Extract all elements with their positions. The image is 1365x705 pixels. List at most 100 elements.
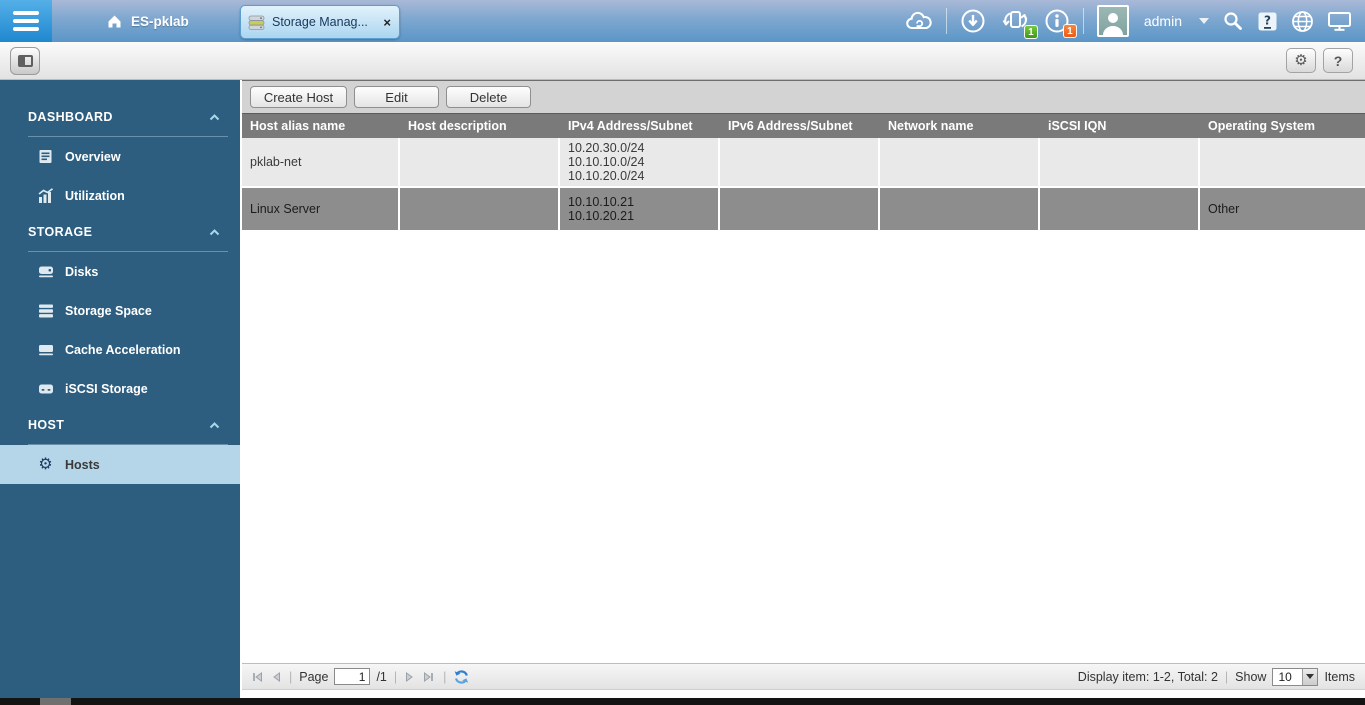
settings-button[interactable]: ⚙ bbox=[1286, 48, 1316, 73]
info-badge: 1 bbox=[1063, 24, 1077, 38]
page-label: Page bbox=[299, 670, 328, 684]
last-page-button[interactable] bbox=[422, 670, 436, 684]
section-header-host[interactable]: HOST bbox=[0, 414, 240, 436]
sidebar-item-hosts[interactable]: ⚙ Hosts bbox=[0, 445, 240, 484]
info-icon[interactable]: 1 bbox=[1044, 8, 1070, 34]
panel-layout-icon bbox=[18, 55, 33, 67]
user-menu[interactable]: admin bbox=[1144, 13, 1182, 29]
monitor-icon[interactable] bbox=[1327, 10, 1352, 32]
column-header-host-alias[interactable]: Host alias name bbox=[242, 119, 400, 133]
sidebar-item-label: Utilization bbox=[65, 189, 125, 203]
show-label: Show bbox=[1235, 670, 1266, 684]
delete-button[interactable]: Delete bbox=[446, 86, 531, 108]
section-header-dashboard[interactable]: DASHBOARD bbox=[0, 106, 240, 128]
column-header-ipv4[interactable]: IPv4 Address/Subnet bbox=[560, 119, 720, 133]
next-page-button[interactable] bbox=[404, 670, 416, 684]
column-header-network-name[interactable]: Network name bbox=[880, 119, 1040, 133]
section-header-storage[interactable]: STORAGE bbox=[0, 221, 240, 243]
create-host-button[interactable]: Create Host bbox=[250, 86, 347, 108]
cell-network-name bbox=[880, 138, 1040, 186]
cell-ipv4: 10.20.30.0/24 10.10.10.0/24 10.10.20.0/2… bbox=[560, 138, 720, 186]
section-dashboard: DASHBOARD Overview Utilization bbox=[0, 106, 240, 215]
iscsi-storage-icon bbox=[37, 382, 54, 396]
home-button[interactable]: ES-pklab bbox=[106, 13, 189, 29]
cell-host-description bbox=[400, 138, 560, 186]
avatar[interactable] bbox=[1097, 5, 1129, 37]
search-icon[interactable] bbox=[1222, 10, 1244, 32]
os-value: Other bbox=[1208, 202, 1365, 216]
home-icon bbox=[106, 13, 123, 29]
tab-label: Storage Manag... bbox=[272, 15, 377, 29]
main-content: Create Host Edit Delete Host alias name … bbox=[240, 80, 1365, 698]
tab-storage-manager[interactable]: Storage Manag... × bbox=[240, 5, 400, 39]
close-icon[interactable]: × bbox=[383, 16, 391, 29]
caret-down-icon[interactable] bbox=[1199, 18, 1209, 24]
help-icon[interactable]: ? bbox=[1257, 11, 1278, 32]
main-menu-button[interactable] bbox=[0, 0, 52, 42]
column-header-host-description[interactable]: Host description bbox=[400, 119, 560, 133]
sidebar-item-iscsi-storage[interactable]: iSCSI Storage bbox=[0, 369, 240, 408]
cell-iscsi-iqn bbox=[1040, 138, 1200, 186]
svg-text:?: ? bbox=[1264, 13, 1271, 27]
chevron-up-icon bbox=[209, 223, 220, 241]
bottom-scrollbar-thumb[interactable] bbox=[40, 698, 71, 705]
help-button[interactable]: ? bbox=[1323, 48, 1353, 73]
cell-ipv4: 10.10.10.21 10.10.20.21 bbox=[560, 188, 720, 230]
hosts-toolbar: Create Host Edit Delete bbox=[242, 80, 1365, 113]
column-header-iscsi-iqn[interactable]: iSCSI IQN bbox=[1040, 119, 1200, 133]
sidebar-item-storage-space[interactable]: Storage Space bbox=[0, 291, 240, 330]
gear-icon: ⚙ bbox=[1294, 53, 1307, 68]
cell-ipv6 bbox=[720, 138, 880, 186]
section-label: STORAGE bbox=[28, 225, 209, 239]
background-tasks-icon[interactable] bbox=[960, 8, 986, 34]
ipv4-value: 10.10.10.0/24 bbox=[568, 155, 718, 169]
table-row-pklab-net[interactable]: pklab-net 10.20.30.0/24 10.10.10.0/24 10… bbox=[242, 138, 1365, 188]
column-header-operating-system[interactable]: Operating System bbox=[1200, 119, 1365, 133]
storage-manager-icon bbox=[247, 13, 266, 32]
page-size-value: 10 bbox=[1273, 669, 1302, 685]
table-row-linux-server[interactable]: Linux Server 10.10.10.21 10.10.20.21 Oth… bbox=[242, 188, 1365, 232]
sidebar-toggle-button[interactable] bbox=[10, 47, 40, 75]
edit-button[interactable]: Edit bbox=[354, 86, 439, 108]
sidebar-item-utilization[interactable]: Utilization bbox=[0, 176, 240, 215]
cell-host-alias: pklab-net bbox=[242, 138, 400, 186]
cell-ipv6 bbox=[720, 188, 880, 230]
first-page-button[interactable] bbox=[250, 670, 264, 684]
topbar-divider bbox=[946, 8, 947, 34]
prev-page-button[interactable] bbox=[270, 670, 282, 684]
storage-space-icon bbox=[37, 304, 54, 318]
cache-acceleration-icon bbox=[37, 343, 54, 357]
pagination-separator: | bbox=[443, 670, 446, 684]
page-size-select[interactable]: 10 bbox=[1272, 668, 1318, 686]
host-alias-value: Linux Server bbox=[250, 202, 398, 216]
sidebar-item-cache-acceleration[interactable]: Cache Acceleration bbox=[0, 330, 240, 369]
sidebar-item-overview[interactable]: Overview bbox=[0, 137, 240, 176]
pagination-bar: | Page /1 | | Display item: 1-2, Total: … bbox=[242, 663, 1365, 690]
secondary-toolbar: ⚙ ? bbox=[0, 42, 1365, 80]
host-alias-value: pklab-net bbox=[250, 155, 398, 169]
page-input[interactable] bbox=[334, 668, 370, 685]
globe-icon[interactable] bbox=[1291, 10, 1314, 33]
total-pages-label: /1 bbox=[376, 670, 386, 684]
sidebar-item-label: Disks bbox=[65, 265, 98, 279]
external-device-sync-icon[interactable]: 1 bbox=[999, 7, 1031, 35]
sidebar-item-disks[interactable]: Disks bbox=[0, 252, 240, 291]
sync-badge: 1 bbox=[1024, 25, 1038, 39]
cell-network-name bbox=[880, 188, 1040, 230]
topbar-divider bbox=[1083, 8, 1084, 34]
cloud-icon[interactable] bbox=[905, 11, 933, 31]
table-empty-area bbox=[242, 232, 1365, 663]
items-label: Items bbox=[1324, 670, 1355, 684]
table-header: Host alias name Host description IPv4 Ad… bbox=[242, 113, 1365, 138]
chevron-down-icon[interactable] bbox=[1302, 669, 1317, 685]
ipv4-value: 10.10.10.21 bbox=[568, 195, 718, 209]
ipv4-value: 10.20.30.0/24 bbox=[568, 141, 718, 155]
refresh-button[interactable] bbox=[453, 669, 470, 685]
section-storage: STORAGE Disks Storage Space Cache Accele… bbox=[0, 221, 240, 408]
column-header-ipv6[interactable]: IPv6 Address/Subnet bbox=[720, 119, 880, 133]
section-label: DASHBOARD bbox=[28, 110, 209, 124]
section-label: HOST bbox=[28, 418, 209, 432]
top-bar: ES-pklab Storage Manag... × 1 1 bbox=[0, 0, 1365, 42]
bottom-scrollbar[interactable] bbox=[0, 698, 1365, 705]
cell-host-alias: Linux Server bbox=[242, 188, 400, 230]
